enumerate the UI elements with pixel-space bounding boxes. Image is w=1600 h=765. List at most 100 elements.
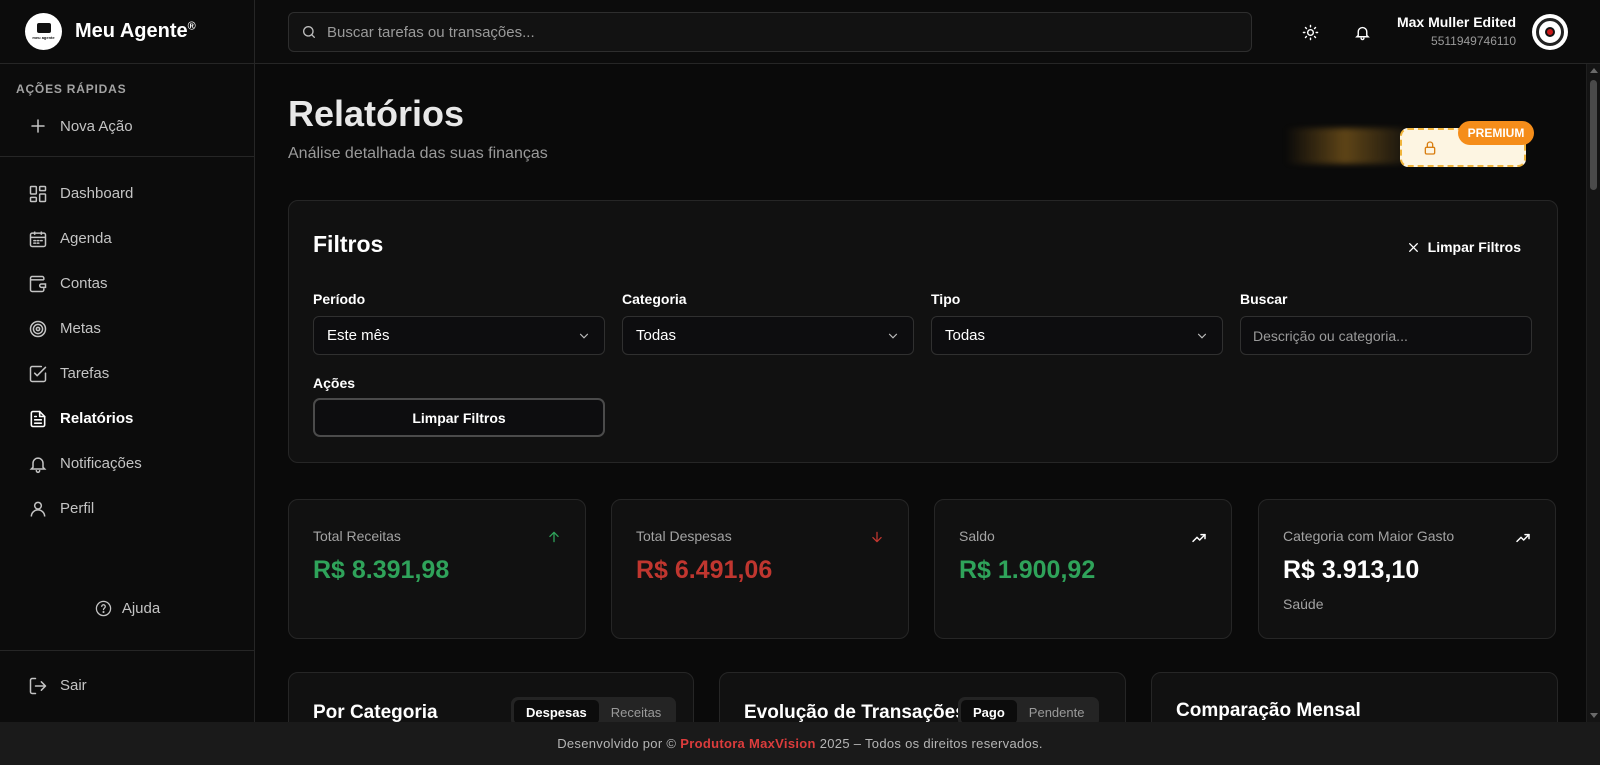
footer-brand-link[interactable]: Produtora MaxVision — [680, 736, 815, 751]
sidebar-item-dashboard[interactable]: Dashboard — [0, 171, 254, 216]
help-circle-icon — [95, 600, 112, 617]
brand-name: Meu Agente® — [75, 20, 196, 43]
sidebar-item-agenda[interactable]: Agenda — [0, 216, 254, 261]
main-content: Relatórios Análise detalhada das suas fi… — [255, 65, 1586, 722]
premium-glow — [1285, 128, 1405, 164]
avatar[interactable] — [1532, 14, 1568, 50]
sidebar-item-notificacoes[interactable]: Notificações — [0, 441, 254, 486]
sidebar-item-tarefas[interactable]: Tarefas — [0, 351, 254, 396]
footer-prefix: Desenvolvido por © — [557, 736, 677, 751]
evolucao-chart-title: Evolução de Transações — [744, 702, 966, 722]
brand-logo-text: meu agente — [32, 35, 55, 40]
sidebar-menu: Dashboard Agenda Contas Metas Tarefas Re… — [0, 157, 254, 531]
filters-title: Filtros — [313, 231, 384, 257]
periodo-select[interactable]: Este mês — [313, 316, 605, 355]
brand-registered: ® — [187, 20, 196, 33]
comparacao-chart-title: Comparação Mensal — [1176, 700, 1361, 721]
periodo-value: Este mês — [327, 327, 390, 344]
footer: Desenvolvido por © Produtora MaxVision 2… — [0, 722, 1600, 765]
scroll-down-icon[interactable] — [1590, 713, 1598, 718]
help-link[interactable]: Ajuda — [0, 600, 255, 617]
categoria-select[interactable]: Todas — [622, 316, 914, 355]
sidebar-item-label: Perfil — [60, 500, 95, 517]
trending-up-icon — [1515, 530, 1531, 546]
sun-icon — [1302, 24, 1319, 41]
tipo-select[interactable]: Todas — [931, 316, 1223, 355]
notifications-button[interactable] — [1352, 22, 1372, 42]
stat-card-receitas: Total Receitas R$ 8.391,98 — [288, 499, 586, 639]
arrow-up-icon — [547, 530, 561, 544]
plus-icon — [28, 116, 48, 136]
stat-card-despesas: Total Despesas R$ 6.491,06 — [611, 499, 909, 639]
avatar-dot — [1545, 27, 1555, 37]
user-name: Max Muller Edited — [1396, 14, 1516, 30]
categoria-toggle: Despesas Receitas — [511, 697, 677, 722]
logout-button[interactable]: Sair — [0, 663, 255, 708]
close-icon — [1407, 241, 1420, 254]
footer-suffix: 2025 – Todos os direitos reservados. — [819, 736, 1043, 751]
checkbox-icon — [28, 364, 48, 384]
search-icon — [301, 24, 317, 40]
sidebar-item-label: Relatórios — [60, 410, 134, 427]
brand-logo: meu agente — [25, 13, 62, 50]
toggle-receitas[interactable]: Receitas — [599, 700, 674, 722]
brand-mark-icon — [36, 23, 51, 33]
sidebar-item-label: Notificações — [60, 455, 142, 472]
brand[interactable]: meu agente Meu Agente® — [0, 0, 254, 64]
scroll-up-icon[interactable] — [1590, 68, 1598, 73]
theme-toggle-button[interactable] — [1300, 22, 1320, 42]
clear-filters-link[interactable]: Limpar Filtros — [1407, 239, 1521, 255]
premium-badge: PREMIUM — [1458, 121, 1534, 145]
toggle-pendente[interactable]: Pendente — [1017, 700, 1097, 722]
periodo-label: Período — [313, 291, 366, 307]
tipo-label: Tipo — [931, 291, 961, 307]
logout-section: Sair — [0, 650, 255, 708]
toggle-despesas[interactable]: Despesas — [514, 700, 599, 722]
bell-icon — [1354, 24, 1371, 41]
sidebar: meu agente Meu Agente® AÇÕES RÁPIDAS Nov… — [0, 0, 255, 722]
stat-label: Total Receitas — [313, 528, 401, 544]
top-header: Max Muller Edited 5511949746110 — [255, 0, 1600, 64]
avatar-ring-icon — [1536, 18, 1564, 46]
categoria-value: Todas — [636, 327, 677, 344]
sidebar-item-label: Contas — [60, 275, 108, 292]
brand-name-text: Meu Agente — [75, 20, 188, 42]
new-action-button[interactable]: Nova Ação — [0, 104, 254, 148]
lock-icon — [1422, 140, 1438, 156]
sidebar-item-contas[interactable]: Contas — [0, 261, 254, 306]
stat-sub: Saúde — [1283, 596, 1324, 612]
sidebar-item-metas[interactable]: Metas — [0, 306, 254, 351]
stat-value: R$ 6.491,06 — [636, 556, 773, 584]
page-scrollbar[interactable] — [1586, 64, 1600, 722]
sidebar-item-label: Metas — [60, 320, 101, 337]
tipo-value: Todas — [945, 327, 986, 344]
chevron-down-icon — [886, 329, 900, 343]
new-action-label: Nova Ação — [60, 117, 133, 135]
dashboard-icon — [28, 184, 48, 204]
search-input[interactable] — [327, 23, 1227, 41]
help-label: Ajuda — [121, 600, 161, 617]
user-info[interactable]: Max Muller Edited 5511949746110 — [1397, 14, 1516, 48]
sidebar-item-relatorios[interactable]: Relatórios — [0, 396, 254, 441]
buscar-input[interactable] — [1240, 316, 1532, 355]
stat-value: R$ 1.900,92 — [959, 556, 1096, 584]
toggle-pago[interactable]: Pago — [961, 700, 1017, 722]
chevron-down-icon — [1195, 329, 1209, 343]
comparacao-chart-card: Comparação Mensal — [1151, 672, 1558, 722]
chevron-down-icon — [577, 329, 591, 343]
quick-actions: AÇÕES RÁPIDAS Nova Ação — [0, 64, 254, 157]
clear-filters-label: Limpar Filtros — [1427, 239, 1521, 255]
evolucao-toggle: Pago Pendente — [958, 697, 1100, 722]
wallet-icon — [28, 274, 48, 294]
categoria-chart-card: Por Categoria Despesas Receitas — [288, 672, 694, 722]
sidebar-item-label: Dashboard — [60, 185, 134, 202]
sidebar-item-perfil[interactable]: Perfil — [0, 486, 254, 531]
scrollbar-thumb[interactable] — [1590, 80, 1597, 190]
user-phone: 5511949746110 — [1431, 34, 1516, 48]
quick-actions-label: AÇÕES RÁPIDAS — [16, 82, 127, 96]
sidebar-item-label: Agenda — [60, 230, 112, 247]
buscar-label: Buscar — [1240, 291, 1288, 307]
arrow-down-icon — [870, 530, 884, 544]
clear-filters-button[interactable]: Limpar Filtros — [313, 398, 605, 437]
target-icon — [28, 319, 48, 339]
